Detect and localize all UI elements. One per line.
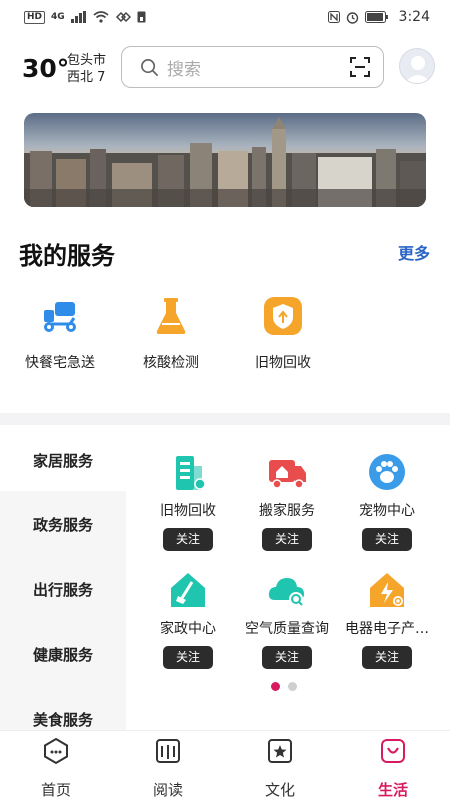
page-dot <box>288 682 297 691</box>
status-left: HD 4G <box>24 10 146 24</box>
follow-button[interactable]: 关注 <box>262 528 312 551</box>
grid-item-housekeeping[interactable]: 家政中心 关注 <box>133 570 243 669</box>
header: 30° 包头市 西北 7 搜索 <box>0 44 450 92</box>
grid-item-label: 旧物回收 <box>160 503 216 519</box>
nfc-icon <box>327 11 340 23</box>
signal-icon <box>70 11 86 23</box>
grid-item-recycle[interactable]: 旧物回收 关注 <box>133 452 243 551</box>
search-box[interactable]: 搜索 <box>121 46 384 88</box>
search-icon <box>141 58 158 76</box>
tab-culture[interactable]: 文化 <box>240 737 320 800</box>
recycle-badge-icon <box>264 297 302 335</box>
tab-label: 文化 <box>264 781 295 799</box>
culture-icon <box>268 739 292 763</box>
power-house-icon <box>370 573 404 607</box>
service-label: 快餐宅急送 <box>25 355 95 371</box>
clock: 3:24 <box>398 9 430 25</box>
link-icon <box>115 11 131 23</box>
paw-icon <box>369 454 405 490</box>
follow-button[interactable]: 关注 <box>163 528 213 551</box>
grid-item-label: 家政中心 <box>160 621 216 637</box>
location-block: 包头市 西北 7 <box>67 52 106 86</box>
city-banner[interactable] <box>24 113 426 207</box>
tab-label: 生活 <box>377 781 408 799</box>
cloud-search-icon <box>268 578 304 606</box>
test-tube-icon <box>156 298 186 334</box>
follow-button[interactable]: 关注 <box>362 528 412 551</box>
grid-item-label: 搬家服务 <box>259 503 315 519</box>
status-bar: HD 4G 3:24 <box>0 0 450 34</box>
book-icon <box>156 739 180 763</box>
moving-truck-icon <box>269 460 306 489</box>
category-government[interactable]: 政务服务 <box>0 514 126 535</box>
service-nucleic-test[interactable]: 核酸检测 <box>121 296 221 372</box>
service-label: 核酸检测 <box>143 355 199 371</box>
service-delivery[interactable]: 快餐宅急送 <box>10 296 110 372</box>
alarm-icon <box>346 11 358 24</box>
grid-item-moving[interactable]: 搬家服务 关注 <box>232 452 342 551</box>
city-skyline-image <box>24 113 426 207</box>
grid-item-air-quality[interactable]: 空气质量查询 关注 <box>232 570 342 669</box>
more-link[interactable]: 更多 <box>398 240 430 264</box>
wifi-icon <box>93 11 109 23</box>
delivery-scooter-icon <box>44 302 76 332</box>
user-icon <box>405 56 431 83</box>
follow-button[interactable]: 关注 <box>262 646 312 669</box>
follow-button[interactable]: 关注 <box>362 646 412 669</box>
building-icon <box>176 456 206 490</box>
status-right: 3:24 <box>327 9 430 25</box>
service-label: 旧物回收 <box>255 355 311 371</box>
grid-item-electronics[interactable]: 电器电子产… 关注 <box>332 570 442 669</box>
page-dot-active <box>271 682 280 691</box>
category-food[interactable]: 美食服务 <box>0 709 126 730</box>
search-input[interactable]: 搜索 <box>167 55 349 80</box>
avatar[interactable] <box>399 48 435 84</box>
tab-read[interactable]: 阅读 <box>128 737 208 800</box>
sim-icon <box>137 11 146 23</box>
my-services-title: 我的服务 <box>19 242 115 270</box>
follow-button[interactable]: 关注 <box>163 646 213 669</box>
tab-life[interactable]: 生活 <box>353 737 433 800</box>
grid-item-label: 宠物中心 <box>359 503 415 519</box>
wind-info: 西北 7 <box>67 70 106 85</box>
city-name: 包头市 <box>67 53 107 68</box>
temperature: 30° <box>22 54 70 83</box>
hd-badge: HD <box>24 10 46 24</box>
grid-item-pet[interactable]: 宠物中心 关注 <box>332 452 442 551</box>
category-health[interactable]: 健康服务 <box>0 644 126 665</box>
tab-label: 首页 <box>40 781 71 799</box>
grid-item-label: 电器电子产… <box>345 621 429 637</box>
grid-item-label: 空气质量查询 <box>245 621 329 637</box>
section-divider <box>0 413 450 425</box>
category-home[interactable]: 家居服务 <box>0 450 126 471</box>
home-icon <box>44 737 68 765</box>
life-icon <box>381 739 405 763</box>
tab-home[interactable]: 首页 <box>16 737 96 800</box>
tab-label: 阅读 <box>152 781 183 799</box>
category-travel[interactable]: 出行服务 <box>0 579 126 600</box>
battery-icon <box>364 11 388 23</box>
service-recycle[interactable]: 旧物回收 <box>233 296 333 372</box>
page-indicator <box>271 682 297 691</box>
bottom-tab-bar: 首页 阅读 文化 生活 <box>0 730 450 800</box>
scan-icon[interactable] <box>349 56 371 78</box>
cleaning-house-icon <box>171 573 205 607</box>
network-label: 4G <box>51 12 65 22</box>
